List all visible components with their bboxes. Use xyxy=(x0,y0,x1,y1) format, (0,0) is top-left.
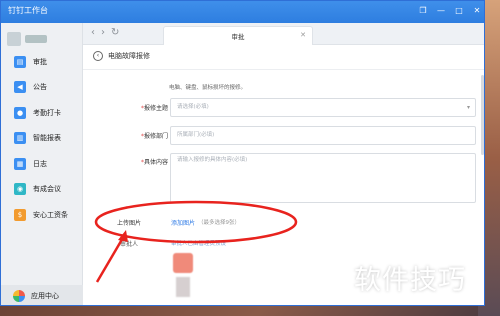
app-center-icon xyxy=(13,290,25,302)
department-input[interactable]: 所属部门(必填) xyxy=(170,126,476,145)
sidebar-item-approval[interactable]: ▤ 审批 xyxy=(1,49,83,75)
user-name-blurred xyxy=(25,35,47,43)
minimize-icon[interactable]: — xyxy=(436,5,446,17)
divider xyxy=(83,69,484,70)
app-center-button[interactable]: 应用中心 xyxy=(1,285,83,305)
approver-name-blurred xyxy=(176,277,190,297)
sidebar-item-label: 公告 xyxy=(33,83,47,92)
form-description: 电脑、键盘、鼠标损坏的报修。 xyxy=(169,85,247,91)
back-circle-icon[interactable]: ‹ xyxy=(93,51,103,61)
approver-avatar-image xyxy=(173,253,193,273)
upload-label: 上传图片 xyxy=(117,220,142,227)
tab-label: 审批 xyxy=(231,33,245,41)
sidebar-item-label: 有成会议 xyxy=(33,185,61,194)
field-label-subject: *报修主题 xyxy=(140,105,168,112)
user-profile[interactable] xyxy=(7,28,77,50)
app-center-label: 应用中心 xyxy=(31,292,59,300)
sidebar-item-label: 日志 xyxy=(33,159,47,168)
field-label-content: *具体内容 xyxy=(140,159,168,166)
tab-close-icon[interactable]: ✕ xyxy=(300,31,306,39)
chevron-down-icon: ▾ xyxy=(466,104,470,111)
watermark: 软件技巧 xyxy=(354,265,466,296)
scrollbar[interactable] xyxy=(481,75,484,155)
subject-select[interactable]: 请选择(必填) ▾ xyxy=(170,98,476,117)
sidebar-item-label: 考勤打卡 xyxy=(33,108,61,117)
meeting-icon: ◉ xyxy=(14,183,26,196)
sidebar: ▤ 审批 ◀ 公告 ● 考勤打卡 ▥ 智能报表 ▦ 日志 ◉ 有成会议 $ 安心… xyxy=(1,23,83,305)
megaphone-icon: ◀ xyxy=(14,81,26,94)
forward-arrow-icon[interactable]: › xyxy=(101,27,105,38)
chart-icon: ▥ xyxy=(14,132,26,145)
tab-bar: ‹ › ↻ 审批 ✕ xyxy=(83,23,484,45)
window-title: 钉钉工作台 xyxy=(8,6,48,15)
form-title: 电脑故障报修 xyxy=(108,52,150,60)
sidebar-item-payslip[interactable]: $ 安心工资条 xyxy=(1,202,83,228)
refresh-icon[interactable]: ↻ xyxy=(111,27,119,38)
location-pin-icon: ● xyxy=(14,106,26,119)
approver-label: 审批人 xyxy=(120,241,139,248)
sidebar-item-reports[interactable]: ▥ 智能报表 xyxy=(1,126,83,152)
approver-avatar xyxy=(173,253,193,299)
back-arrow-icon[interactable]: ‹ xyxy=(91,27,95,38)
sidebar-item-announcement[interactable]: ◀ 公告 xyxy=(1,75,83,101)
department-placeholder: 所属部门(必填) xyxy=(177,132,215,138)
restore-icon[interactable]: ❐ xyxy=(418,5,428,17)
content-placeholder: 请输入报修的具体内容(必填) xyxy=(177,157,248,163)
form-header: ‹ 电脑故障报修 xyxy=(93,51,150,61)
tab-approval[interactable]: 审批 ✕ xyxy=(163,26,313,45)
avatar xyxy=(7,32,21,46)
sidebar-nav: ▤ 审批 ◀ 公告 ● 考勤打卡 ▥ 智能报表 ▦ 日志 ◉ 有成会议 $ 安心… xyxy=(1,49,83,228)
add-image-link[interactable]: 添加图片 xyxy=(171,218,195,227)
approver-hint: 审批人已由管理员预设 xyxy=(171,241,227,247)
field-label-department: *报修部门 xyxy=(140,133,168,140)
browser-nav: ‹ › ↻ xyxy=(91,27,119,38)
sidebar-item-log[interactable]: ▦ 日志 xyxy=(1,151,83,177)
approval-icon: ▤ xyxy=(14,55,26,68)
upload-note: （最多选择9张） xyxy=(198,220,240,226)
maximize-icon[interactable]: □ xyxy=(454,5,464,17)
payslip-icon: $ xyxy=(14,208,26,221)
sidebar-item-meeting[interactable]: ◉ 有成会议 xyxy=(1,177,83,203)
sidebar-item-attendance[interactable]: ● 考勤打卡 xyxy=(1,100,83,126)
log-icon: ▦ xyxy=(14,157,26,170)
sidebar-item-label: 安心工资条 xyxy=(33,210,68,219)
close-icon[interactable]: ✕ xyxy=(472,5,482,17)
content-textarea[interactable]: 请输入报修的具体内容(必填) xyxy=(170,153,476,203)
window-controls: ❐ — □ ✕ xyxy=(418,5,482,17)
subject-placeholder: 请选择(必填) xyxy=(177,104,209,110)
sidebar-item-label: 智能报表 xyxy=(33,134,61,143)
title-bar: 钉钉工作台 ❐ — □ ✕ xyxy=(1,1,484,23)
sidebar-item-label: 审批 xyxy=(33,57,47,66)
